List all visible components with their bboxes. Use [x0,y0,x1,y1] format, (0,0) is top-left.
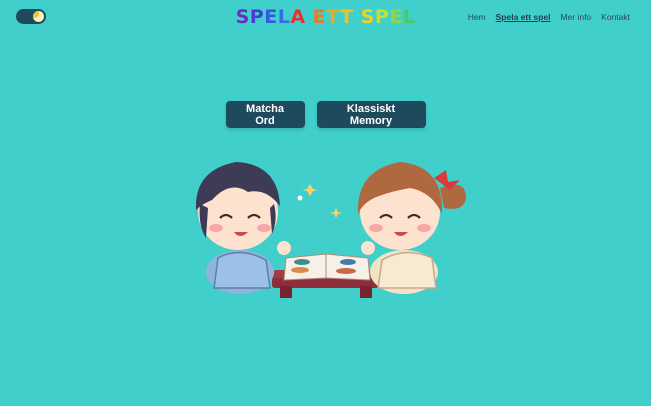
title-letter: E [312,6,327,28]
title-letter: T [326,6,341,28]
title-letter: S [360,6,375,28]
title-letter: L [277,6,291,28]
title-letter: P [249,6,265,28]
matcha-ord-button[interactable]: Matcha Ord [225,101,305,128]
header: SPELA ETT SPEL Hem Spela ett spel Mer in… [0,0,651,34]
sparkle-icon [297,184,342,218]
nav-link-hem[interactable]: Hem [468,12,486,22]
kids-playing-memory-illustration [195,162,466,298]
nav-link-spela-ett-spel[interactable]: Spela ett spel [496,12,551,22]
title-letter [306,6,313,28]
title-letter: T [340,6,354,28]
girl-character-icon [357,162,466,294]
title-letter: E [389,6,403,28]
memory-book-icon [283,253,371,281]
title-letter: A [290,6,306,28]
title-letter [354,6,361,28]
main-nav: Hem Spela ett spel Mer info Kontakt [468,12,630,22]
nav-link-kontakt[interactable]: Kontakt [601,12,630,22]
nav-link-mer-info[interactable]: Mer info [560,12,591,22]
klassiskt-memory-button[interactable]: Klassiskt Memory [316,101,426,128]
title-letter: S [235,6,250,28]
title-letter: E [264,6,278,28]
title-letter: L [402,6,416,28]
game-buttons: Matcha Ord Klassiskt Memory [0,101,651,128]
title-letter: P [374,6,390,28]
